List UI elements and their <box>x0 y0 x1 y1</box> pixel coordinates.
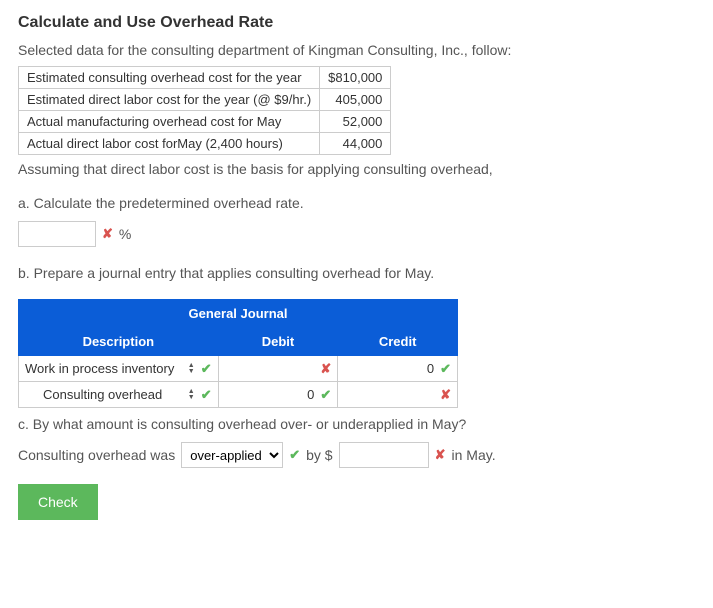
data-value: $810,000 <box>320 67 391 89</box>
table-row: Consulting overhead ▲▼ ✔ 0 ✔ ✘ <box>19 382 458 408</box>
part-b-prompt: b. Prepare a journal entry that applies … <box>18 265 695 281</box>
wrong-icon: ✘ <box>320 361 331 377</box>
percent-label: % <box>119 226 131 242</box>
intro-text: Selected data for the consulting departm… <box>18 42 695 58</box>
stepper-icon[interactable]: ▲▼ <box>188 363 195 375</box>
part-c-prompt: c. By what amount is consulting overhead… <box>18 416 695 432</box>
table-row: Estimated direct labor cost for the year… <box>19 89 391 111</box>
applied-select[interactable]: over-applied <box>181 442 283 468</box>
debit-value[interactable]: 0 <box>307 387 314 402</box>
lead-text: Consulting overhead was <box>18 447 175 463</box>
table-row: Actual manufacturing overhead cost for M… <box>19 111 391 133</box>
journal-table: General Journal Description Debit Credit… <box>18 299 458 408</box>
data-value: 44,000 <box>320 133 391 155</box>
check-icon: ✔ <box>201 361 212 377</box>
part-a-prompt: a. Calculate the predetermined overhead … <box>18 195 695 211</box>
table-row: Actual direct labor cost forMay (2,400 h… <box>19 133 391 155</box>
journal-description[interactable]: Consulting overhead <box>43 387 162 402</box>
tail-text: in May. <box>452 447 496 463</box>
data-label: Estimated consulting overhead cost for t… <box>19 67 320 89</box>
col-credit: Credit <box>338 328 458 356</box>
check-button[interactable]: Check <box>18 484 98 520</box>
data-value: 405,000 <box>320 89 391 111</box>
journal-description[interactable]: Work in process inventory <box>25 361 174 376</box>
wrong-icon: ✘ <box>435 447 446 463</box>
assumption-text: Assuming that direct labor cost is the b… <box>18 161 695 177</box>
check-icon: ✔ <box>320 387 331 403</box>
by-label: by $ <box>306 447 332 463</box>
check-icon: ✔ <box>201 387 212 403</box>
col-description: Description <box>19 328 219 356</box>
wrong-icon: ✘ <box>440 387 451 403</box>
data-value: 52,000 <box>320 111 391 133</box>
col-debit: Debit <box>218 328 338 356</box>
amount-input[interactable] <box>339 442 429 468</box>
rate-input[interactable] <box>18 221 96 247</box>
check-icon: ✔ <box>289 447 300 463</box>
wrong-icon: ✘ <box>102 226 113 242</box>
data-label: Actual manufacturing overhead cost for M… <box>19 111 320 133</box>
table-row: Estimated consulting overhead cost for t… <box>19 67 391 89</box>
data-label: Estimated direct labor cost for the year… <box>19 89 320 111</box>
page-title: Calculate and Use Overhead Rate <box>18 14 695 32</box>
stepper-icon[interactable]: ▲▼ <box>188 389 195 401</box>
check-icon: ✔ <box>440 361 451 377</box>
data-table: Estimated consulting overhead cost for t… <box>18 66 391 155</box>
credit-value[interactable]: 0 <box>427 361 434 376</box>
journal-header: General Journal <box>19 300 458 328</box>
table-row: Work in process inventory ▲▼ ✔ ✘ 0 ✔ <box>19 356 458 382</box>
data-label: Actual direct labor cost forMay (2,400 h… <box>19 133 320 155</box>
